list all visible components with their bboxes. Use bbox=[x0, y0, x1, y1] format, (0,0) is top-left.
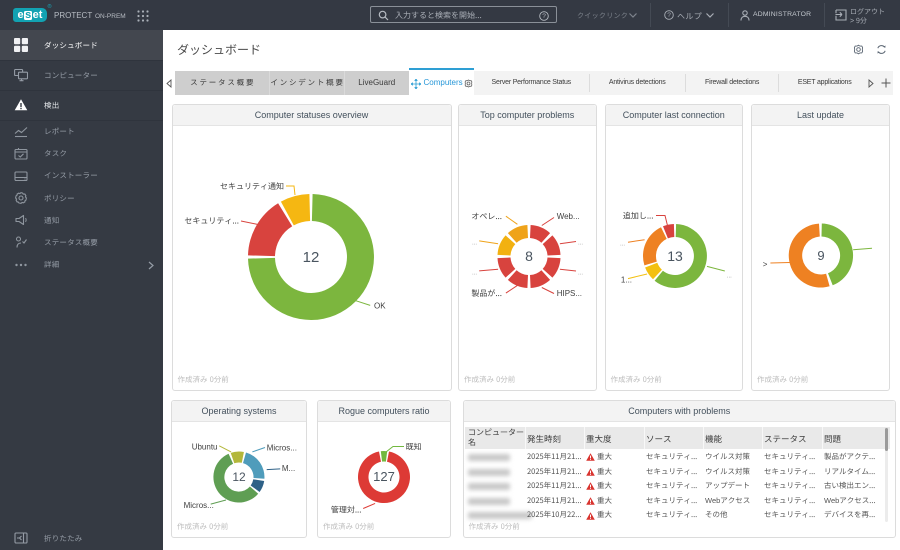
svg-text:...: ... bbox=[578, 241, 583, 247]
svg-text:...: ... bbox=[727, 274, 732, 280]
svg-text:Micros...: Micros... bbox=[267, 444, 297, 453]
svg-text:Micros...: Micros... bbox=[184, 501, 214, 510]
svg-text:8: 8 bbox=[525, 248, 533, 264]
svg-text:9: 9 bbox=[817, 248, 824, 263]
svg-text:12: 12 bbox=[303, 249, 320, 266]
svg-text:?: ? bbox=[667, 12, 671, 19]
svg-text:OK: OK bbox=[374, 302, 386, 311]
svg-text:12: 12 bbox=[232, 470, 246, 484]
svg-text:製品が...: 製品が... bbox=[471, 288, 502, 299]
svg-text:...: ... bbox=[578, 271, 583, 277]
svg-text:?: ? bbox=[542, 13, 546, 20]
svg-text:...: ... bbox=[472, 241, 477, 247]
svg-text:13: 13 bbox=[667, 248, 683, 264]
svg-text:管理対...: 管理対... bbox=[331, 505, 362, 516]
svg-text:M...: M... bbox=[282, 464, 295, 473]
svg-text:Web...: Web... bbox=[557, 212, 580, 221]
svg-text:Ubuntu: Ubuntu bbox=[192, 443, 218, 452]
svg-text:HIPS...: HIPS... bbox=[557, 289, 582, 298]
svg-text:...: ... bbox=[472, 271, 477, 277]
svg-text:127: 127 bbox=[373, 469, 395, 484]
svg-text:追加し...: 追加し... bbox=[623, 211, 654, 222]
svg-text:>: > bbox=[763, 260, 768, 269]
svg-text:既知: 既知 bbox=[406, 442, 422, 453]
svg-text:1...: 1... bbox=[621, 276, 632, 285]
svg-text:セキュリティ通知: セキュリティ通知 bbox=[220, 181, 284, 192]
svg-text:...: ... bbox=[620, 242, 625, 248]
svg-text:セキュリティ...: セキュリティ... bbox=[184, 216, 239, 227]
svg-text:オペレ...: オペレ... bbox=[471, 211, 502, 222]
